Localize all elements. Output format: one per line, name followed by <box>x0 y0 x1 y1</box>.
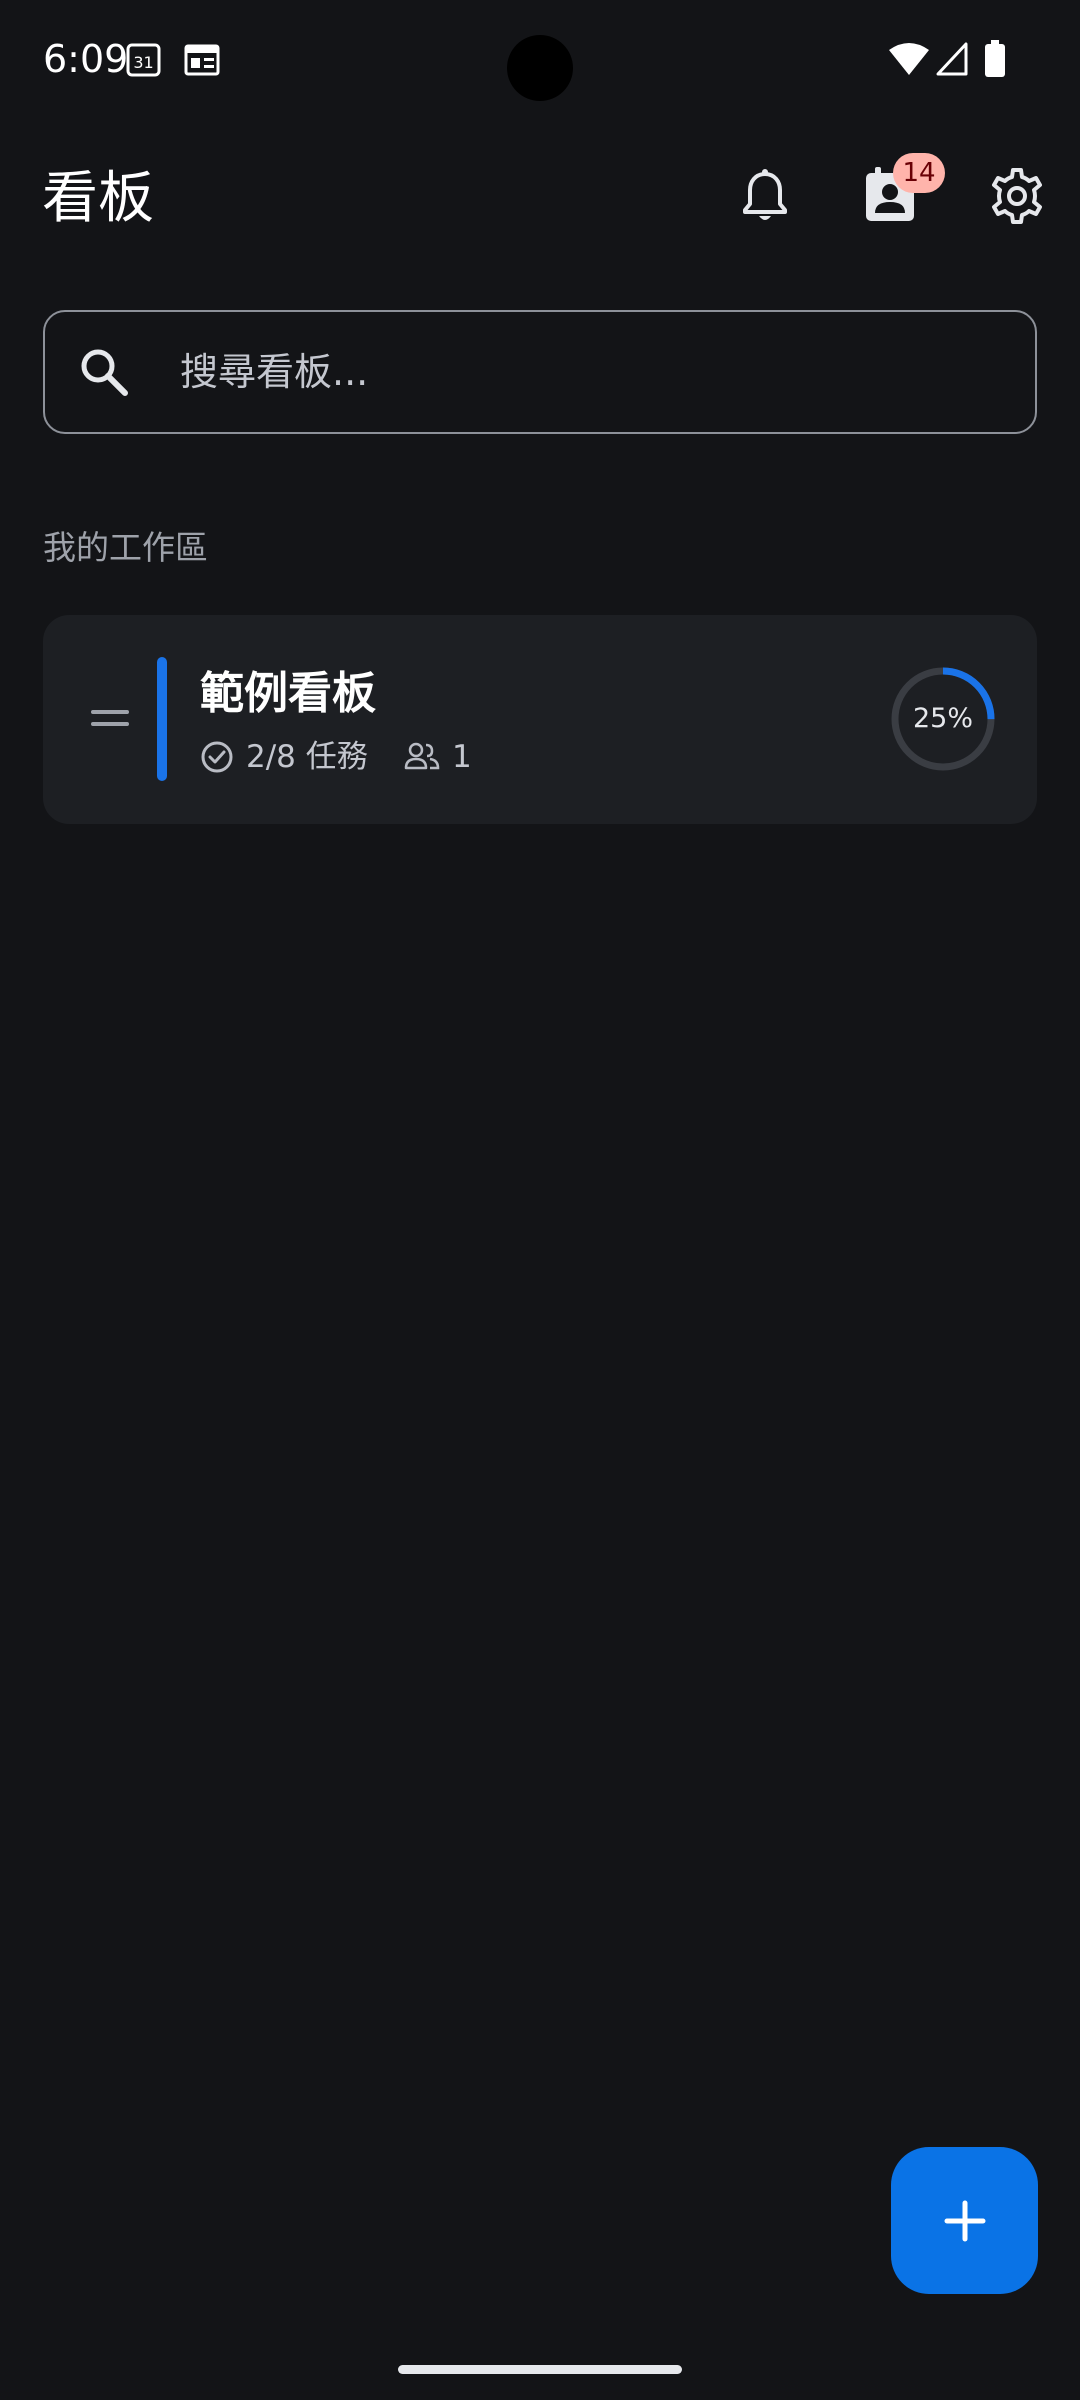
notifications-button[interactable] <box>721 152 809 240</box>
board-member-count: 1 <box>452 739 472 775</box>
gesture-bar[interactable] <box>398 2365 682 2374</box>
board-color-accent <box>157 657 167 781</box>
wifi-icon <box>889 43 929 75</box>
settings-button[interactable] <box>973 152 1061 240</box>
calendar-icon: 31 <box>126 43 161 77</box>
search-input[interactable] <box>180 342 1000 402</box>
section-heading: 我的工作區 <box>43 528 208 567</box>
plus-icon <box>944 2200 985 2241</box>
gear-icon <box>992 168 1042 224</box>
battery-icon <box>985 40 1005 77</box>
board-task-count: 2/8 任務 <box>246 739 368 775</box>
news-icon <box>184 44 220 76</box>
contacts-badge: 14 <box>893 153 945 193</box>
add-board-button[interactable] <box>891 2147 1038 2294</box>
drag-handle-icon[interactable] <box>91 710 129 728</box>
status-time: 6:09 <box>43 37 129 81</box>
members-icon <box>404 742 440 770</box>
board-card[interactable] <box>43 615 1037 824</box>
cell-signal-icon <box>936 42 968 76</box>
bell-icon <box>743 169 787 220</box>
svg-text:31: 31 <box>133 53 153 72</box>
camera-cutout <box>507 35 573 101</box>
page-title: 看板 <box>42 166 154 231</box>
screen: 6:09 31 看板 14 搜尋看板... 我的工作區 範例看板 2/8 任務 … <box>0 0 1080 2400</box>
status-bar: 6:09 31 <box>0 0 1080 120</box>
board-name: 範例看板 <box>200 668 376 719</box>
task-check-icon <box>201 741 233 773</box>
progress-label: 25% <box>912 703 973 734</box>
search-icon <box>81 349 128 396</box>
